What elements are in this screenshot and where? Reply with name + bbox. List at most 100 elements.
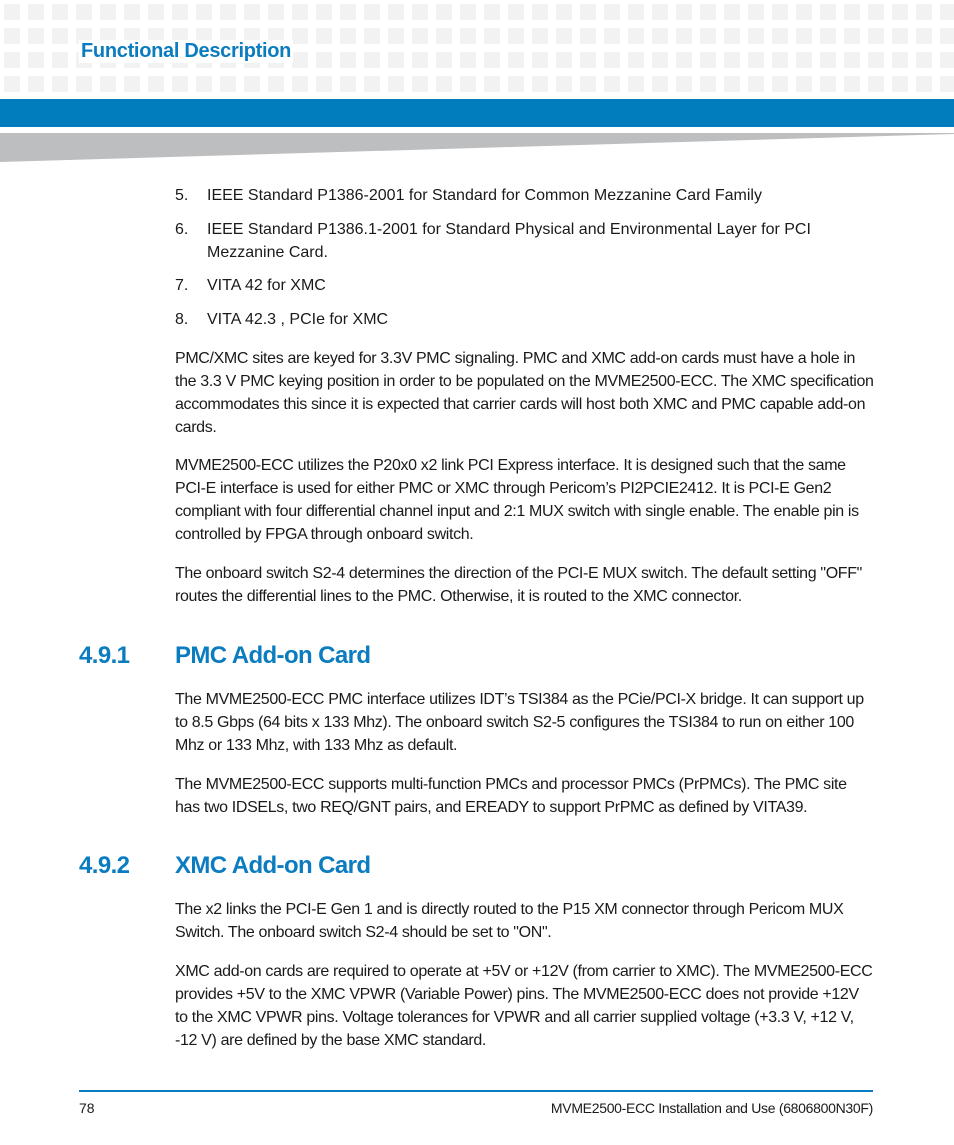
- header-grid-square: [28, 52, 44, 68]
- header-grid-square: [28, 4, 44, 20]
- header-grid-square: [148, 4, 164, 20]
- header-grid-square: [484, 4, 500, 20]
- section-title: XMC Add-on Card: [175, 852, 371, 879]
- header-grid-square: [52, 52, 68, 68]
- header-grid-square: [340, 4, 356, 20]
- header-grid-square: [364, 28, 380, 44]
- list-item: 6. IEEE Standard P1386.1-2001 for Standa…: [175, 218, 855, 264]
- header-grid-square: [508, 4, 524, 20]
- header-grid-square: [892, 28, 908, 44]
- header-grid-square: [364, 52, 380, 68]
- header-grid-square: [700, 28, 716, 44]
- header-grid-square: [508, 28, 524, 44]
- header-grid-square: [532, 52, 548, 68]
- header-grid-square: [484, 52, 500, 68]
- header-grid-square: [460, 76, 476, 92]
- header-grid-square: [244, 4, 260, 20]
- header-grid-square: [460, 28, 476, 44]
- header-grid-square: [532, 76, 548, 92]
- header-grid-square: [292, 52, 308, 68]
- header-grid-square: [580, 52, 596, 68]
- header-grid-square: [556, 28, 572, 44]
- header-grid-square: [580, 76, 596, 92]
- header-grid-square: [916, 52, 932, 68]
- paragraph: The onboard switch S2-4 determines the d…: [175, 565, 862, 605]
- header-grid-square: [340, 28, 356, 44]
- header-grid-square: [316, 76, 332, 92]
- header-grid-square: [148, 76, 164, 92]
- header-grid-square: [772, 76, 788, 92]
- header-grid-square: [100, 4, 116, 20]
- header-grid-square: [916, 28, 932, 44]
- header-grid-square: [820, 76, 836, 92]
- paragraph: The MVME2500-ECC supports multi-function…: [175, 776, 847, 816]
- header-grid-square: [844, 52, 860, 68]
- header-grid-square: [436, 4, 452, 20]
- header-grid-square: [868, 28, 884, 44]
- list-item-text: IEEE Standard P1386.1-2001 for Standard …: [207, 221, 811, 261]
- header-grid-square: [940, 52, 954, 68]
- header-grid-square: [124, 4, 140, 20]
- header-grid-square: [604, 28, 620, 44]
- header-grid-square: [196, 76, 212, 92]
- header-grid-square: [700, 4, 716, 20]
- header-grid-square: [748, 76, 764, 92]
- header-grid-square: [748, 52, 764, 68]
- header-grid-square: [4, 4, 20, 20]
- header-grid-square: [28, 28, 44, 44]
- header-grid-square: [316, 28, 332, 44]
- header-grid-square: [724, 4, 740, 20]
- header-grid-square: [892, 76, 908, 92]
- header-grid-square: [4, 76, 20, 92]
- header-grid-square: [412, 52, 428, 68]
- header-grid-square: [604, 4, 620, 20]
- header-grid-square: [916, 76, 932, 92]
- header-grid-square: [580, 28, 596, 44]
- header-grid-square: [460, 52, 476, 68]
- header-grid-square: [820, 4, 836, 20]
- header-grid-square: [196, 4, 212, 20]
- paragraph: The MVME2500-ECC PMC interface utilizes …: [175, 691, 864, 754]
- header-grid-square: [100, 76, 116, 92]
- header-grid-square: [772, 4, 788, 20]
- paragraph: PMC/XMC sites are keyed for 3.3V PMC sig…: [175, 350, 874, 436]
- header-grid-square: [652, 52, 668, 68]
- header-grid-square: [772, 52, 788, 68]
- list-item-text: VITA 42.3 , PCIe for XMC: [207, 311, 389, 328]
- header-grid-square: [820, 28, 836, 44]
- header-grid-square: [508, 76, 524, 92]
- header-grid-square: [796, 28, 812, 44]
- header-grid-square: [4, 28, 20, 44]
- header-grid-square: [796, 52, 812, 68]
- header-grid-square: [4, 52, 20, 68]
- header-grid-square: [244, 76, 260, 92]
- header-grid-square: [316, 52, 332, 68]
- header-grid-square: [388, 4, 404, 20]
- header-grid-square: [364, 76, 380, 92]
- list-item: 5. IEEE Standard P1386-2001 for Standard…: [175, 184, 855, 207]
- header-grid-square: [916, 4, 932, 20]
- header-grid-square: [844, 4, 860, 20]
- footer-rule: [79, 1090, 873, 1092]
- header-grid-square: [796, 76, 812, 92]
- section-title: PMC Add-on Card: [175, 642, 371, 669]
- chapter-title: Functional Description: [79, 40, 294, 63]
- header-grid-square: [940, 4, 954, 20]
- list-item-number: 8.: [175, 311, 189, 328]
- paragraph: XMC add-on cards are required to operate…: [175, 963, 873, 1049]
- header-grid-square: [676, 76, 692, 92]
- list-item-number: 5.: [175, 187, 189, 204]
- header-blue-bar: [0, 99, 954, 127]
- header-grid-square: [52, 28, 68, 44]
- header-grid-square: [292, 28, 308, 44]
- page-number: 78: [79, 1100, 95, 1116]
- header-grid-square: [388, 52, 404, 68]
- header-grid-square: [844, 28, 860, 44]
- header-grid-square: [892, 4, 908, 20]
- header-grid-square: [700, 52, 716, 68]
- header-grid-square: [868, 4, 884, 20]
- header-grid-square: [628, 76, 644, 92]
- header-grid-square: [532, 4, 548, 20]
- header-grid-square: [748, 4, 764, 20]
- header-grid-square: [652, 28, 668, 44]
